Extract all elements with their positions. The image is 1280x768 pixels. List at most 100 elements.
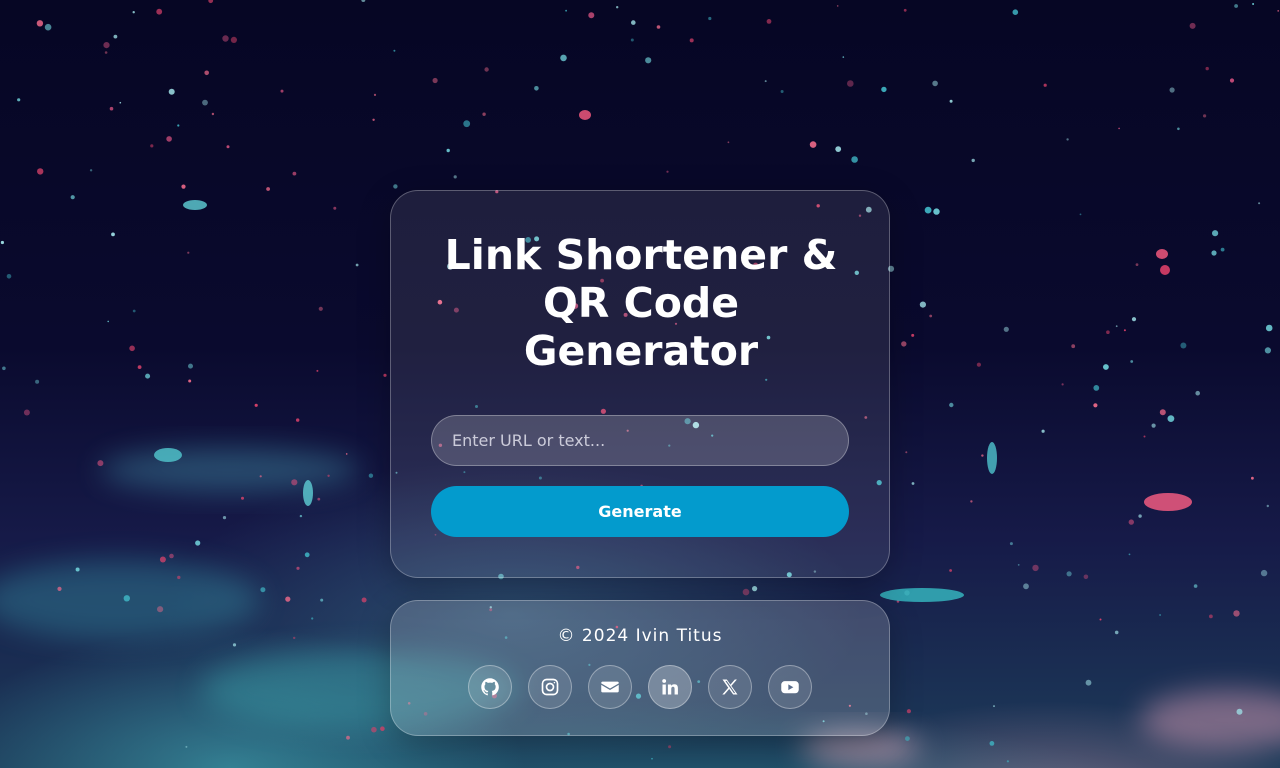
instagram-link[interactable] xyxy=(528,665,572,709)
github-link[interactable] xyxy=(468,665,512,709)
instagram-icon xyxy=(541,678,559,696)
rain-droplet xyxy=(903,8,907,12)
x-link[interactable] xyxy=(708,665,752,709)
x-twitter-icon xyxy=(722,679,738,695)
rain-droplet xyxy=(911,333,915,337)
rain-droplet xyxy=(230,36,237,44)
youtube-link[interactable] xyxy=(768,665,812,709)
rain-droplet xyxy=(1099,618,1102,621)
youtube-icon xyxy=(781,681,799,694)
rain-droplet xyxy=(159,556,166,563)
rain-droplet xyxy=(222,516,227,520)
rain-droplet xyxy=(1193,584,1198,588)
rain-droplet xyxy=(1103,364,1109,370)
rain-droplet xyxy=(836,5,839,7)
rain-droplet xyxy=(905,736,910,741)
rain-droplet xyxy=(187,251,190,254)
rain-droplet xyxy=(372,118,375,122)
linkedin-link[interactable] xyxy=(648,665,692,709)
rain-droplet xyxy=(1118,127,1120,130)
rain-droplet xyxy=(880,588,964,602)
rain-droplet xyxy=(565,9,567,12)
rain-droplet xyxy=(6,274,12,279)
rain-droplet xyxy=(57,586,62,592)
rain-droplet xyxy=(280,89,284,93)
rain-droplet xyxy=(23,409,30,416)
rain-droplet xyxy=(111,232,115,237)
rain-droplet xyxy=(333,206,337,210)
github-icon xyxy=(481,678,499,696)
rain-droplet xyxy=(651,757,653,760)
rain-droplet xyxy=(97,460,104,467)
rain-droplet xyxy=(368,473,374,478)
rain-droplet xyxy=(299,514,303,518)
rain-droplet xyxy=(293,636,296,640)
rain-droplet xyxy=(949,569,952,572)
rain-droplet xyxy=(222,35,229,42)
envelope-icon xyxy=(601,681,619,693)
rain-droplet xyxy=(949,99,953,103)
rain-droplet xyxy=(1209,614,1213,619)
rain-droplet xyxy=(177,575,181,580)
rain-droplet xyxy=(89,169,93,172)
rain-droplet xyxy=(742,588,750,596)
rain-droplet xyxy=(1085,679,1092,686)
rain-droplet xyxy=(150,144,154,148)
rain-droplet xyxy=(1083,574,1089,580)
rain-droplet xyxy=(202,99,208,106)
rain-droplet xyxy=(383,373,387,377)
rain-droplet xyxy=(851,156,858,163)
url-input[interactable] xyxy=(431,415,849,466)
rain-droplet xyxy=(1003,326,1009,332)
email-link[interactable] xyxy=(588,665,632,709)
rain-droplet xyxy=(1211,250,1217,256)
rain-droplet xyxy=(0,240,4,245)
rain-droplet xyxy=(292,171,297,176)
rain-droplet xyxy=(971,158,975,163)
rain-droplet xyxy=(44,23,52,31)
rain-droplet xyxy=(1066,138,1069,141)
rain-droplet xyxy=(1151,423,1156,428)
rain-droplet xyxy=(361,597,367,603)
rain-droplet xyxy=(929,314,933,318)
rain-droplet xyxy=(37,168,44,175)
rain-droplet xyxy=(708,16,712,21)
rain-droplet xyxy=(1236,708,1243,715)
rain-droplet xyxy=(1130,360,1134,363)
page-title: Link Shortener & QR Code Generator xyxy=(444,231,838,375)
rain-droplet xyxy=(166,136,172,142)
footer-card: © 2024 Ivin Titus xyxy=(390,600,890,736)
rain-droplet xyxy=(847,80,854,87)
rain-droplet xyxy=(1212,230,1219,237)
rain-droplet xyxy=(345,453,348,455)
rain-droplet xyxy=(835,146,842,153)
rain-droplet xyxy=(1114,630,1119,635)
rain-droplet xyxy=(560,54,567,62)
rain-droplet xyxy=(183,200,207,210)
rain-droplet xyxy=(35,379,40,384)
rain-droplet xyxy=(579,110,591,120)
rain-droplet xyxy=(291,479,298,486)
rain-droplet xyxy=(993,705,995,708)
rain-droplet xyxy=(1066,571,1072,577)
rain-droplet xyxy=(1266,504,1270,508)
rain-droplet xyxy=(1023,583,1029,590)
rain-droplet xyxy=(453,175,457,179)
generator-card: Link Shortener & QR Code Generator Gener… xyxy=(390,190,890,578)
rain-droplet xyxy=(1203,114,1207,118)
rain-droplet xyxy=(881,86,887,93)
rain-droplet xyxy=(1159,409,1166,416)
rain-droplet xyxy=(1009,542,1013,546)
generate-button[interactable]: Generate xyxy=(431,486,849,537)
rain-droplet xyxy=(446,148,450,153)
rain-droplet xyxy=(905,451,908,454)
rain-droplet xyxy=(346,735,350,740)
social-links xyxy=(468,665,814,711)
rain-droplet xyxy=(232,643,237,647)
rain-droplet xyxy=(630,38,634,42)
rain-droplet xyxy=(260,587,266,593)
rain-droplet xyxy=(766,19,772,24)
rain-droplet xyxy=(361,0,366,2)
rain-droplet xyxy=(1233,610,1240,617)
rain-droplet xyxy=(208,0,214,4)
